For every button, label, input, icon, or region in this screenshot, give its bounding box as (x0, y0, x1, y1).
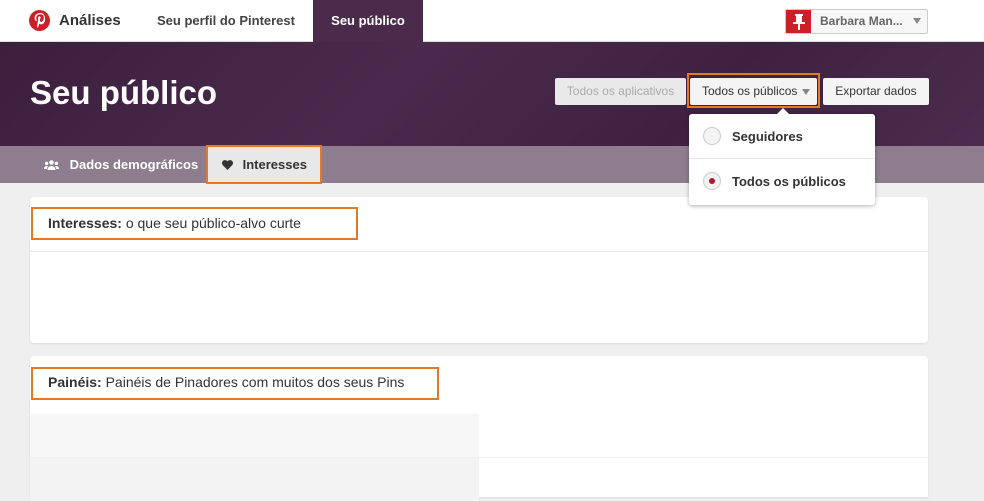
export-data-button[interactable]: Exportar dados (823, 78, 929, 105)
pinterest-logo-icon[interactable] (29, 10, 50, 31)
user-menu-button[interactable]: Barbara Man... (785, 9, 928, 34)
user-name: Barbara Man... (820, 14, 903, 28)
option-label: Seguidores (732, 129, 803, 144)
board-placeholder (30, 414, 479, 457)
tab-pinterest-profile[interactable]: Seu perfil do Pinterest (157, 0, 295, 42)
pushpin-icon (786, 10, 811, 33)
board-placeholder (30, 458, 479, 501)
top-nav: Análises Seu perfil do Pinterest Seu púb… (0, 0, 984, 42)
tab-demographics-label: Dados demográficos (69, 157, 199, 172)
page-title: Seu público (30, 74, 218, 111)
dropdown-option-followers[interactable]: Seguidores (689, 114, 875, 159)
all-apps-button[interactable]: Todos os aplicativos (555, 78, 686, 105)
radio-button[interactable] (703, 127, 721, 145)
tab-your-audience[interactable]: Seu público (313, 0, 423, 42)
dropdown-option-all-audiences[interactable]: Todos os públicos (689, 159, 875, 204)
people-icon (44, 157, 63, 172)
highlight-box (31, 207, 358, 240)
chevron-down-icon (913, 18, 921, 24)
option-label: Todos os públicos (732, 174, 846, 189)
audience-dropdown-menu: Seguidores Todos os públicos (689, 108, 875, 205)
highlight-box (31, 367, 439, 400)
radio-button-selected[interactable] (703, 172, 721, 190)
highlight-box (687, 73, 820, 108)
app-title[interactable]: Análises (59, 12, 121, 29)
divider (30, 251, 928, 252)
highlight-box (206, 145, 322, 184)
tab-demographics[interactable]: Dados demográficos (44, 146, 198, 183)
